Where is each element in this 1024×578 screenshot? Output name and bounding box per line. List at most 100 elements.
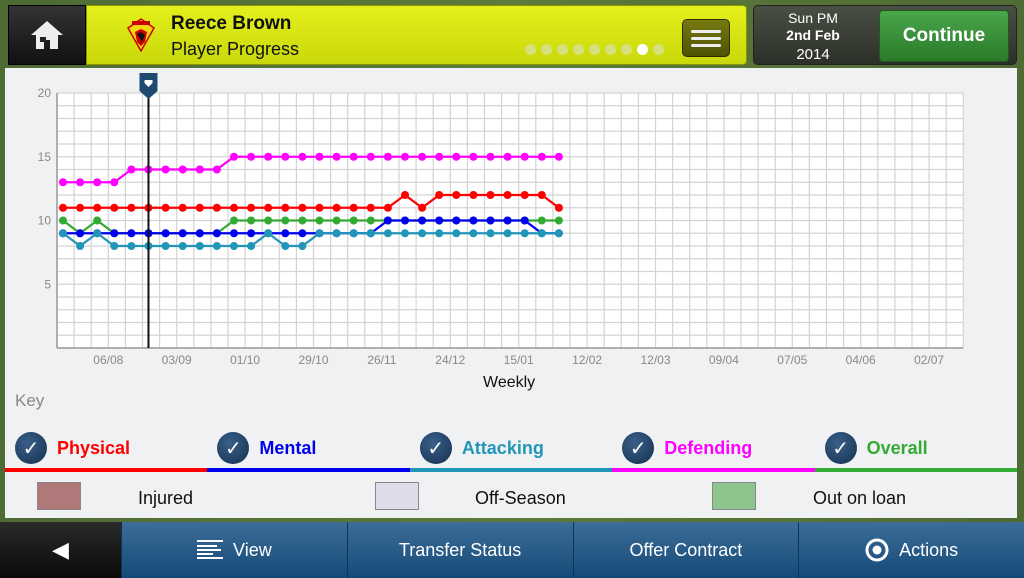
x-tick-label: 06/08 [93, 353, 123, 367]
data-point-physical [58, 203, 67, 212]
legend-item-mental[interactable]: ✓ Mental [207, 424, 410, 472]
data-point-attacking [212, 242, 221, 250]
legend-item-attacking[interactable]: ✓ Attacking [409, 424, 613, 472]
legend-item-defending[interactable]: ✓ Defending [612, 424, 815, 472]
checkbox-checked-icon[interactable]: ✓ [217, 432, 250, 464]
pager-dot[interactable] [573, 44, 584, 55]
x-axis-label: Weekly [483, 374, 536, 391]
data-point-attacking [161, 242, 170, 250]
data-point-attacking [486, 229, 495, 238]
data-point-physical [93, 203, 102, 212]
data-point-attacking [58, 229, 67, 238]
data-point-defending [110, 178, 119, 187]
data-point-defending [349, 152, 358, 161]
data-point-physical [229, 203, 238, 212]
data-point-defending [195, 165, 204, 174]
checkbox-checked-icon[interactable]: ✓ [15, 432, 47, 464]
checkbox-checked-icon[interactable]: ✓ [622, 432, 655, 464]
list-view-icon [197, 540, 224, 559]
pager-dot[interactable] [589, 44, 600, 55]
data-point-physical [127, 203, 136, 212]
data-point-mental [520, 216, 529, 225]
data-point-overall [349, 216, 358, 225]
x-tick-label: 03/09 [162, 353, 192, 367]
data-point-mental [503, 216, 512, 225]
data-point-attacking [503, 229, 512, 238]
y-tick-label: 20 [38, 86, 52, 100]
key-title: Key [15, 391, 45, 410]
pager-dot[interactable] [557, 44, 568, 55]
data-point-mental [178, 229, 187, 238]
data-point-physical [281, 203, 290, 212]
menu-icon [691, 29, 721, 33]
actions-label: Actions [899, 539, 959, 560]
data-point-defending [229, 152, 238, 161]
legend-item-physical[interactable]: ✓ Physical [5, 424, 208, 472]
data-point-mental [247, 229, 256, 238]
data-point-mental [452, 216, 461, 225]
data-point-defending [435, 152, 444, 161]
date-panel: Sun PM 2nd Feb 2014 Continue [753, 5, 1017, 65]
transfer-status-button[interactable]: Transfer Status [346, 522, 573, 578]
view-button[interactable]: View [121, 522, 347, 578]
legend-label: Defending [664, 437, 753, 458]
checkbox-checked-icon[interactable]: ✓ [824, 432, 857, 464]
data-point-defending [503, 152, 512, 161]
data-point-attacking [93, 229, 102, 238]
off-season-label: Off-Season [475, 488, 566, 508]
x-tick-label: 26/11 [367, 353, 396, 367]
legend-color-bar [612, 468, 815, 472]
checkbox-checked-icon[interactable]: ✓ [419, 432, 452, 464]
data-point-physical [418, 203, 427, 212]
pager-dot[interactable] [653, 44, 664, 55]
progress-chart: 5 10 15 20 06/08 03/09 01/10 29/10 26/11 24/12 15/… [38, 73, 964, 367]
pager-dot[interactable] [525, 44, 536, 55]
data-point-attacking [366, 229, 375, 238]
data-point-overall [58, 216, 67, 225]
home-icon [31, 21, 63, 49]
menu-button[interactable] [682, 19, 730, 57]
x-tick-label: 12/02 [572, 353, 602, 367]
pager-dot[interactable] [605, 44, 616, 55]
y-tick-label: 5 [44, 277, 51, 291]
offer-contract-button[interactable]: Offer Contract [572, 522, 799, 578]
view-label: View [233, 539, 272, 560]
continue-button[interactable]: Continue [879, 10, 1009, 62]
player-name: Reece Brown [171, 13, 292, 34]
x-tick-label: 02/07 [914, 353, 944, 367]
data-point-attacking [315, 229, 324, 238]
data-point-overall [229, 216, 238, 225]
legend-label: Overall [866, 437, 928, 458]
x-tick-label: 01/10 [230, 353, 260, 367]
data-point-overall [366, 216, 375, 225]
data-point-attacking [452, 229, 461, 238]
data-point-mental [435, 216, 444, 225]
data-point-physical [503, 191, 512, 199]
out-on-loan-label: Out on loan [813, 488, 907, 508]
data-point-attacking [195, 242, 204, 250]
back-button[interactable]: ◀ [0, 522, 121, 578]
pager-dot[interactable] [637, 44, 648, 55]
date-year: 2014 [796, 46, 830, 63]
data-point-physical [349, 203, 358, 212]
x-tick-label: 12/03 [640, 353, 670, 367]
data-point-physical [195, 203, 204, 212]
page-pager[interactable] [525, 44, 664, 55]
pager-dot[interactable] [621, 44, 632, 55]
data-point-attacking [127, 242, 136, 250]
data-point-mental [229, 229, 238, 238]
data-point-defending [281, 152, 290, 161]
data-point-defending [212, 165, 221, 174]
legend-label: Attacking [461, 437, 544, 458]
data-point-mental [486, 216, 495, 225]
data-point-attacking [349, 229, 358, 238]
data-point-overall [315, 216, 324, 225]
legend-item-overall[interactable]: ✓ Overall [814, 424, 1018, 472]
data-point-defending [127, 165, 136, 174]
home-button[interactable] [8, 5, 86, 65]
pager-dot[interactable] [541, 44, 552, 55]
data-point-defending [76, 178, 85, 187]
actions-button[interactable]: Actions [798, 522, 1024, 578]
data-point-physical [366, 203, 375, 212]
data-point-overall [247, 216, 256, 225]
